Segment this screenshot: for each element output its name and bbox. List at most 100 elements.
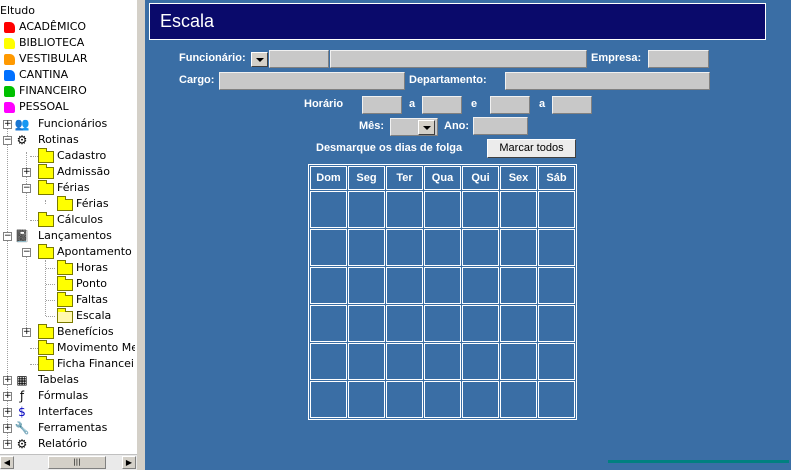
tree-item-funcionarios[interactable]: + 👥 Funcionários: [0, 116, 135, 132]
day-cell[interactable]: [424, 343, 461, 380]
module-academico[interactable]: ACADÊMICO: [0, 19, 135, 35]
day-cell[interactable]: [386, 381, 423, 418]
tree-item-beneficios[interactable]: + Benefícios: [0, 324, 135, 340]
tree-item-interfaces[interactable]: + $ Interfaces: [0, 404, 135, 420]
horario-end-field[interactable]: [422, 96, 462, 114]
day-cell[interactable]: [386, 229, 423, 266]
collapse-icon[interactable]: −: [22, 248, 31, 257]
tree-item-ferramentas[interactable]: + 🔧 Ferramentas: [0, 420, 135, 436]
day-cell[interactable]: [386, 267, 423, 304]
tree-item-admissao[interactable]: + Admissão: [0, 164, 135, 180]
day-cell[interactable]: [500, 229, 537, 266]
funcionario-dropdown-button[interactable]: [251, 52, 268, 67]
day-cell[interactable]: [348, 381, 385, 418]
module-financeiro[interactable]: FINANCEIRO: [0, 83, 135, 99]
scroll-right-icon[interactable]: ▶: [122, 456, 136, 469]
day-cell[interactable]: [310, 191, 347, 228]
day-cell[interactable]: [462, 229, 499, 266]
day-cell[interactable]: [538, 343, 575, 380]
horario-start-field[interactable]: [362, 96, 402, 114]
tree-item-ficha[interactable]: Ficha Financeira: [0, 356, 135, 372]
cargo-field[interactable]: [219, 72, 405, 90]
module-biblioteca[interactable]: BIBLIOTECA: [0, 35, 135, 51]
day-cell[interactable]: [500, 267, 537, 304]
module-vestibular[interactable]: VESTIBULAR: [0, 51, 135, 67]
expand-icon[interactable]: +: [22, 328, 31, 337]
splitter-bar[interactable]: [137, 0, 145, 470]
day-cell[interactable]: [538, 305, 575, 342]
tree-item-calculos[interactable]: Cálculos: [0, 212, 135, 228]
expand-icon[interactable]: +: [3, 440, 12, 449]
tree-item-horas[interactable]: Horas: [0, 260, 135, 276]
folder-icon: [38, 340, 54, 355]
day-cell[interactable]: [462, 343, 499, 380]
day-cell[interactable]: [462, 381, 499, 418]
tree-item-lancamentos[interactable]: − 📓 Lançamentos: [0, 228, 135, 244]
day-cell[interactable]: [386, 343, 423, 380]
day-cell[interactable]: [386, 191, 423, 228]
funcionario-name-field[interactable]: [330, 50, 587, 68]
day-cell[interactable]: [500, 343, 537, 380]
day-cell[interactable]: [310, 381, 347, 418]
tree-item-apontamento[interactable]: − Apontamento: [0, 244, 135, 260]
tree-item-ponto[interactable]: Ponto: [0, 276, 135, 292]
horario2-start-field[interactable]: [490, 96, 530, 114]
day-cell[interactable]: [500, 305, 537, 342]
day-cell[interactable]: [310, 343, 347, 380]
tree-item-formulas[interactable]: + ƒ Fórmulas: [0, 388, 135, 404]
expand-icon[interactable]: +: [22, 168, 31, 177]
tree-item-ferias-child[interactable]: Férias: [0, 196, 135, 212]
day-cell[interactable]: [348, 267, 385, 304]
day-cell[interactable]: [348, 305, 385, 342]
scroll-thumb[interactable]: |||: [48, 456, 106, 469]
mes-dropdown-button[interactable]: [418, 120, 435, 135]
day-cell[interactable]: [348, 229, 385, 266]
tree-item-escala[interactable]: Escala: [0, 308, 135, 324]
day-cell[interactable]: [424, 305, 461, 342]
day-cell[interactable]: [386, 305, 423, 342]
tree-item-faltas[interactable]: Faltas: [0, 292, 135, 308]
horizontal-scrollbar[interactable]: ◀ ||| ▶: [0, 454, 137, 470]
scroll-left-icon[interactable]: ◀: [0, 456, 14, 469]
expand-icon[interactable]: +: [3, 408, 12, 417]
ano-field[interactable]: [473, 117, 528, 135]
day-cell[interactable]: [424, 267, 461, 304]
day-cell[interactable]: [500, 381, 537, 418]
module-pessoal[interactable]: PESSOAL: [0, 99, 135, 115]
tree-item-relatorio[interactable]: + ⚙ Relatório: [0, 436, 135, 452]
tree-item-tabelas[interactable]: + ▦ Tabelas: [0, 372, 135, 388]
tree-item-ferias[interactable]: − Férias: [0, 180, 135, 196]
marcar-todos-button[interactable]: Marcar todos: [487, 139, 576, 158]
expand-icon[interactable]: +: [3, 392, 12, 401]
tree-item-cadastro[interactable]: Cadastro: [0, 148, 135, 164]
funcionario-code-field[interactable]: [269, 50, 329, 68]
day-cell[interactable]: [538, 267, 575, 304]
day-cell[interactable]: [538, 381, 575, 418]
day-cell[interactable]: [424, 381, 461, 418]
day-cell[interactable]: [462, 267, 499, 304]
day-cell[interactable]: [462, 305, 499, 342]
day-cell[interactable]: [348, 343, 385, 380]
day-cell[interactable]: [538, 191, 575, 228]
collapse-icon[interactable]: −: [3, 232, 12, 241]
day-cell[interactable]: [462, 191, 499, 228]
departamento-field[interactable]: [505, 72, 710, 90]
day-cell[interactable]: [310, 229, 347, 266]
expand-icon[interactable]: +: [3, 120, 12, 129]
horario2-end-field[interactable]: [552, 96, 592, 114]
module-cantina[interactable]: CANTINA: [0, 67, 135, 83]
day-cell[interactable]: [538, 229, 575, 266]
day-cell[interactable]: [348, 191, 385, 228]
tree-item-rotinas[interactable]: − ⚙ Rotinas: [0, 132, 135, 148]
day-cell[interactable]: [424, 229, 461, 266]
collapse-icon[interactable]: −: [3, 136, 12, 145]
collapse-icon[interactable]: −: [22, 184, 31, 193]
empresa-field[interactable]: [648, 50, 709, 68]
day-cell[interactable]: [424, 191, 461, 228]
tree-item-movimento[interactable]: Movimento Mensal: [0, 340, 135, 356]
day-cell[interactable]: [310, 305, 347, 342]
expand-icon[interactable]: +: [3, 424, 12, 433]
day-cell[interactable]: [310, 267, 347, 304]
expand-icon[interactable]: +: [3, 376, 12, 385]
day-cell[interactable]: [500, 191, 537, 228]
